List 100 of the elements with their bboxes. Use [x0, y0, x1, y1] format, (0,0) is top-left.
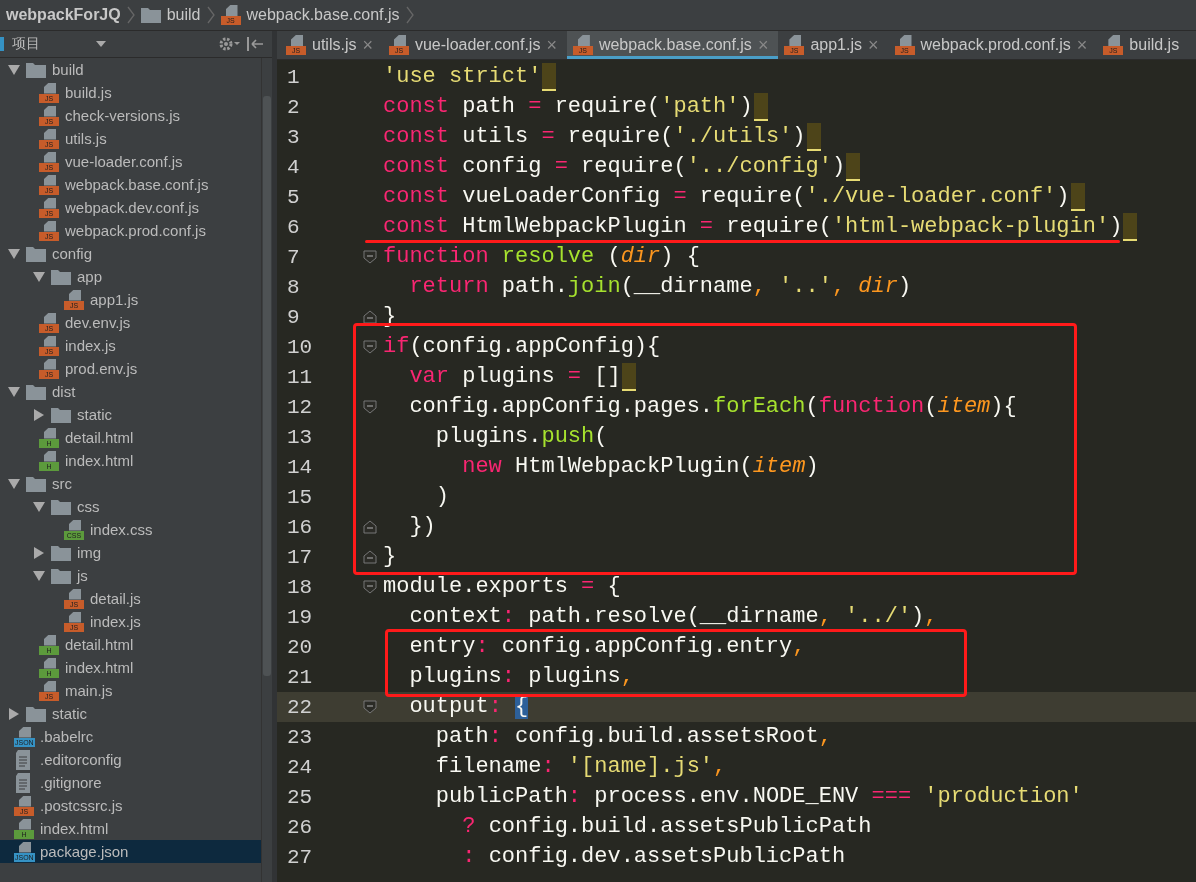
code-line: if(config.appConfig){ — [383, 335, 661, 359]
line-number: 5 — [286, 185, 301, 209]
line-number: 21 — [286, 665, 314, 689]
line-number: 9 — [286, 305, 301, 329]
line-number: 4 — [286, 155, 301, 179]
scrollbar-thumb[interactable] — [263, 96, 271, 676]
line-number: 2 — [286, 95, 301, 119]
code-line: const config = require('../config') — [383, 155, 846, 179]
folder-icon — [26, 61, 46, 78]
settings-icon[interactable] — [218, 36, 240, 52]
line-number: 13 — [286, 425, 314, 449]
folder-icon — [26, 383, 46, 400]
tree-item[interactable]: src — [0, 472, 261, 495]
collapsed-arrow-icon[interactable] — [33, 546, 45, 559]
tree-item[interactable]: app — [0, 265, 261, 288]
code-line: plugins: plugins, — [408, 665, 634, 689]
line-number: 12 — [286, 395, 314, 419]
folder-icon — [140, 7, 161, 23]
close-icon[interactable]: × — [546, 34, 557, 56]
expanded-arrow-icon[interactable] — [8, 386, 20, 397]
line-number: 25 — [286, 785, 314, 809]
line-number: 3 — [286, 125, 301, 149]
close-icon[interactable]: × — [362, 34, 373, 56]
expanded-arrow-icon[interactable] — [33, 501, 45, 512]
fold-marker-icon[interactable] — [362, 579, 378, 595]
tree-item[interactable]: config — [0, 242, 261, 265]
folder-icon — [51, 544, 71, 561]
tree-item[interactable]: dist — [0, 380, 261, 403]
code-line: ) — [434, 485, 449, 509]
close-icon[interactable]: × — [1076, 34, 1088, 56]
line-number: 10 — [286, 335, 314, 359]
line-number: 23 — [286, 725, 314, 749]
code-line: new HtmlWebpackPlugin(item) — [461, 455, 819, 479]
line-number: 18 — [286, 575, 314, 599]
code-line: } — [383, 545, 397, 569]
folder-icon — [51, 268, 71, 285]
expanded-arrow-icon[interactable] — [8, 478, 20, 489]
collapse-icon[interactable] — [246, 36, 264, 52]
code-line: const utils = require('./utils') — [383, 125, 806, 149]
code-line: filename: '[name].js', — [434, 755, 727, 779]
line-number: 22 — [286, 695, 314, 719]
tree-item[interactable]: static — [0, 403, 261, 426]
line-number: 1 — [286, 65, 301, 89]
fold-marker-icon[interactable] — [362, 549, 378, 565]
line-number: 19 — [286, 605, 314, 629]
dropdown-caret-icon[interactable] — [96, 41, 106, 47]
line-number: 11 — [286, 365, 314, 389]
code-line: plugins.push( — [434, 425, 608, 449]
code-line: : config.dev.assetsPublicPath — [461, 845, 846, 869]
expanded-arrow-icon[interactable] — [8, 248, 20, 259]
code-line: config.appConfig.pages.forEach(function(item){ — [408, 395, 1017, 419]
line-number: 15 — [286, 485, 314, 509]
line-number: 24 — [286, 755, 314, 779]
tree-item[interactable]: build — [0, 58, 261, 81]
line-number: 14 — [286, 455, 314, 479]
code-line: const HtmlWebpackPlugin = require('html-webpack-plugin') — [383, 215, 1123, 239]
fold-marker-icon[interactable] — [362, 249, 378, 265]
tree-item[interactable]: css — [0, 495, 261, 518]
folder-icon — [26, 245, 46, 262]
folder-icon — [51, 498, 71, 515]
expanded-arrow-icon[interactable] — [33, 271, 45, 282]
collapsed-arrow-icon[interactable] — [33, 408, 45, 421]
chevron-icon — [405, 6, 414, 24]
line-number: 7 — [286, 245, 301, 269]
chevron-icon — [206, 6, 215, 24]
code-line: path: config.build.assetsRoot, — [434, 725, 832, 749]
code-line: context: path.resolve(__dirname, '../'), — [408, 605, 938, 629]
fold-marker-icon[interactable] — [362, 519, 378, 535]
code-line: entry: config.appConfig.entry, — [408, 635, 806, 659]
folder-icon — [51, 567, 71, 584]
code-line: module.exports = { — [383, 575, 621, 599]
folder-icon — [26, 475, 46, 492]
tree-item[interactable]: js — [0, 564, 261, 587]
code-line: 'use strict' — [383, 65, 542, 89]
close-icon[interactable]: × — [868, 34, 879, 56]
collapsed-arrow-icon[interactable] — [8, 707, 20, 720]
breadcrumb-item[interactable]: build — [140, 6, 201, 24]
tree-item[interactable]: img — [0, 541, 261, 564]
code-line: function resolve (dir) { — [383, 245, 700, 269]
tree-item[interactable]: .gitignore — [0, 771, 261, 794]
panel-title[interactable]: 项目 — [12, 35, 40, 53]
code-line: publicPath: process.env.NODE_ENV === 'production' — [434, 785, 1083, 809]
fold-marker-icon[interactable] — [362, 699, 378, 715]
code-line: ? config.build.assetsPublicPath — [461, 815, 872, 839]
tree-item[interactable]: .editorconfig — [0, 748, 261, 771]
code-line: var plugins = [] — [408, 365, 621, 389]
expanded-arrow-icon[interactable] — [8, 64, 20, 75]
project-icon — [0, 37, 6, 51]
breadcrumb-item[interactable]: webpackForJQ — [6, 6, 121, 24]
fold-marker-icon[interactable] — [362, 339, 378, 355]
line-number: 8 — [286, 275, 301, 299]
folder-icon — [26, 705, 46, 722]
line-number: 17 — [286, 545, 314, 569]
expanded-arrow-icon[interactable] — [33, 570, 45, 581]
code-line: const path = require('path') — [383, 95, 753, 119]
folder-icon — [51, 406, 71, 423]
fold-marker-icon[interactable] — [362, 309, 378, 325]
tree-item[interactable]: static — [0, 702, 261, 725]
code-line: }) — [408, 515, 436, 539]
fold-marker-icon[interactable] — [362, 399, 378, 415]
